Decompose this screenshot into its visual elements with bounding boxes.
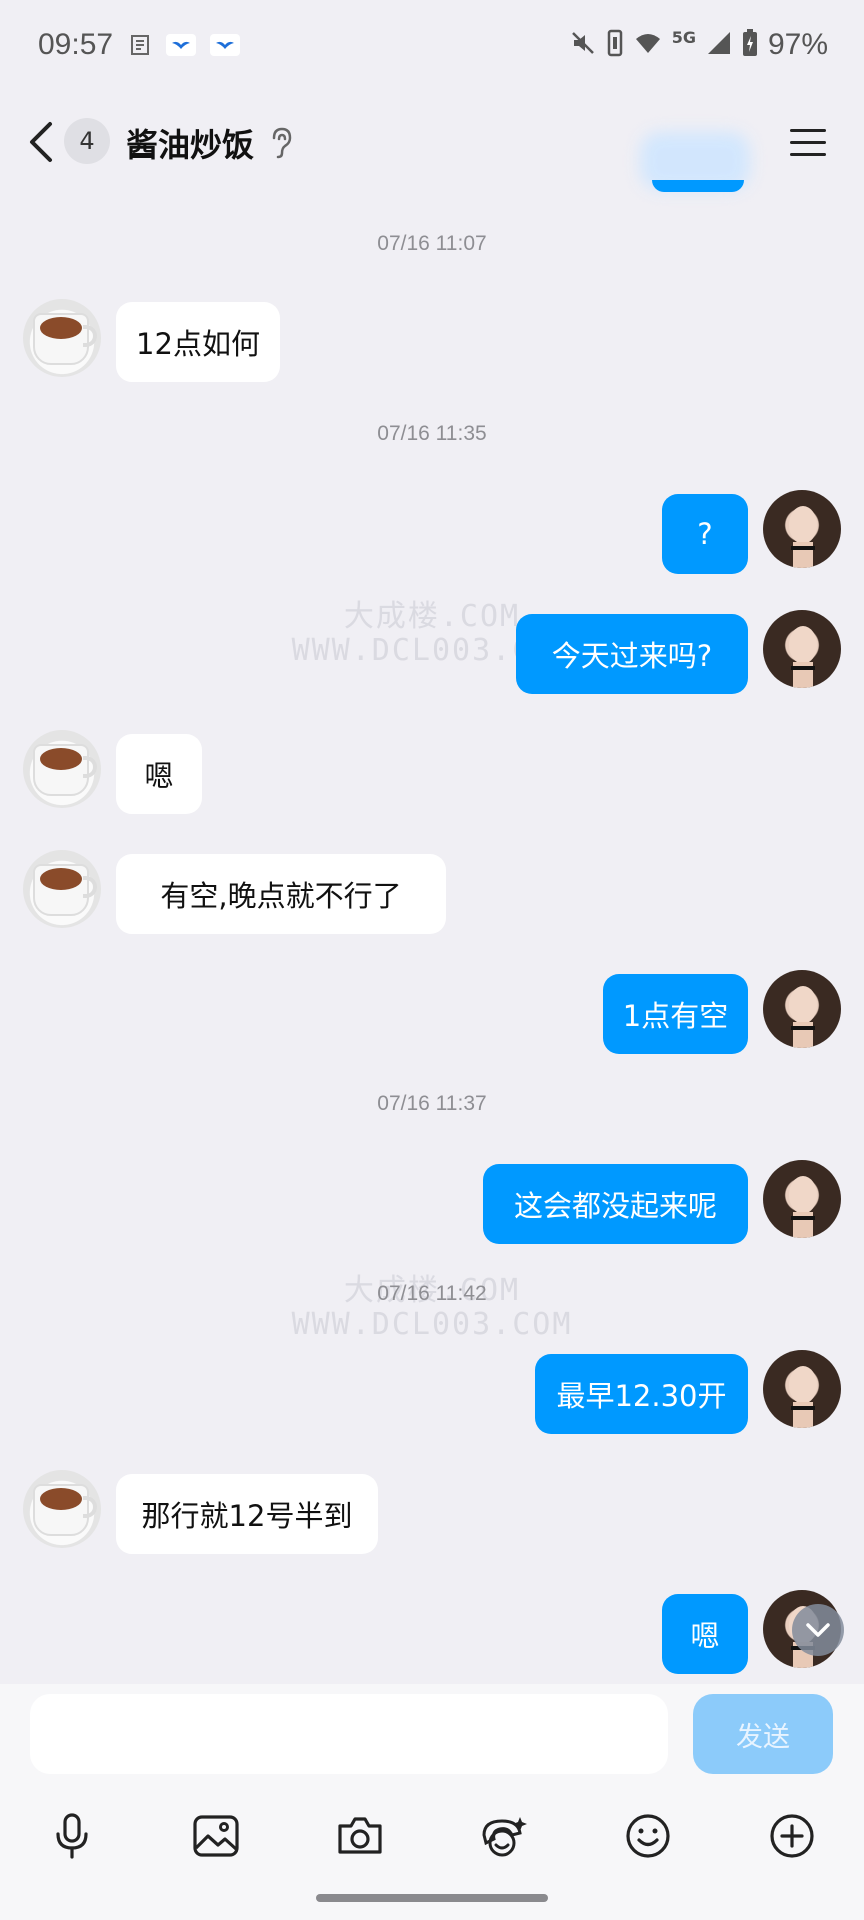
back-button[interactable] [22,114,62,170]
my-avatar[interactable] [763,1160,841,1238]
my-avatar[interactable] [763,1350,841,1428]
watermark-line: WWW.DCL003.COM [291,1307,573,1342]
outgoing-message[interactable]: 嗯 [662,1594,748,1674]
contact-avatar[interactable] [23,730,101,808]
incoming-message[interactable]: 有空,晚点就不行了 [116,854,446,934]
chat-header: 4 酱油炒饭 [0,92,864,192]
outgoing-message[interactable]: 今天过来吗? [516,614,748,694]
scroll-to-bottom-button[interactable] [792,1604,844,1656]
outgoing-message[interactable]: 这会都没起来呢 [483,1164,748,1244]
microphone-icon[interactable] [46,1810,98,1862]
menu-icon [790,129,830,156]
sticker-icon[interactable] [477,1810,529,1862]
network-type: 5G [671,27,696,47]
message-timestamp: 07/16 11:35 [377,422,487,445]
message-timestamp: 07/16 11:37 [377,1092,487,1115]
message-timestamp: 07/16 11:07 [377,232,487,255]
status-indicators: 5G 97% [570,28,828,62]
back-icon [30,122,52,162]
message-list[interactable]: 大成楼.COM WWW.DCL003.COM 大成楼.COM WWW.DCL00… [0,192,864,1684]
chat-title[interactable]: 酱油炒饭 [126,120,254,166]
battery-icon [742,29,758,61]
message-input[interactable] [30,1694,668,1774]
message-composer: 发送 [0,1684,864,1920]
outgoing-message[interactable]: 1点有空 [603,974,748,1054]
home-indicator[interactable] [316,1894,548,1902]
vibrate-icon [606,29,624,61]
blurred-bubble-edge [652,180,744,192]
image-icon[interactable] [190,1810,242,1862]
incoming-message[interactable]: 那行就12号半到 [116,1474,378,1554]
plus-icon[interactable] [766,1810,818,1862]
camera-icon[interactable] [334,1810,386,1862]
wifi-icon [634,31,662,59]
my-avatar[interactable] [763,610,841,688]
incoming-message[interactable]: 嗯 [116,734,202,814]
menu-button[interactable] [790,122,830,162]
unread-count-badge[interactable]: 4 [64,118,110,164]
contact-avatar[interactable] [23,850,101,928]
ear-icon[interactable] [268,126,296,160]
send-button[interactable]: 发送 [693,1694,833,1774]
mute-icon [570,30,596,60]
emoji-icon[interactable] [622,1810,674,1862]
outgoing-message[interactable]: ? [662,494,748,574]
outgoing-message[interactable]: 最早12.30开 [535,1354,748,1434]
battery-level: 97% [767,28,828,61]
message-timestamp: 07/16 11:42 [377,1282,487,1305]
chevron-down-icon [806,1623,830,1637]
bird-app-icon [166,32,196,58]
signal-icon [706,30,732,60]
notification-icon [126,32,156,58]
contact-avatar[interactable] [23,1470,101,1548]
contact-avatar[interactable] [23,299,101,377]
my-avatar[interactable] [763,970,841,1048]
status-bar: 09:57 5G 97% [0,0,864,92]
bird-app-icon [210,32,240,58]
my-avatar[interactable] [763,490,841,568]
status-time: 09:57 [38,28,114,61]
incoming-message[interactable]: 12点如何 [116,302,280,382]
